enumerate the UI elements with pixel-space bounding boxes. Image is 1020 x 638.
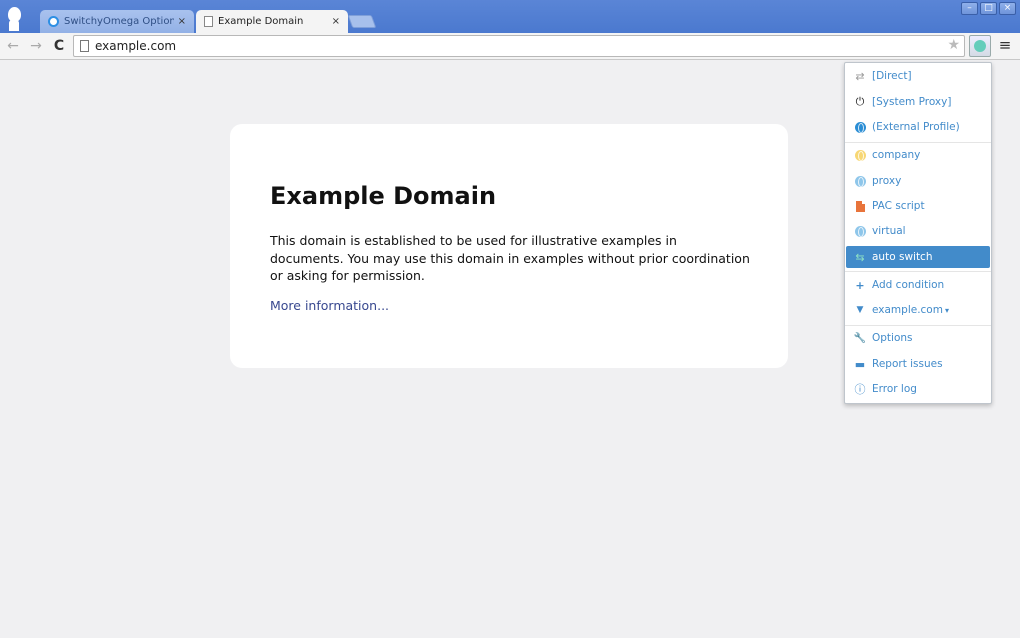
switchyomega-extension-button[interactable]: [969, 35, 991, 57]
menu-item-label: Report issues: [872, 358, 943, 370]
globe-icon: [853, 174, 867, 188]
extension-status-icon: [974, 40, 986, 52]
auto-switch-icon: ⇆: [855, 250, 865, 264]
menu-item-label: company: [872, 149, 921, 161]
globe-icon: [853, 120, 867, 134]
menu-item-label: Options: [872, 332, 913, 344]
menu-item-example-com[interactable]: ▼ example.com ▾: [846, 299, 990, 321]
menu-item-label: PAC script: [872, 200, 925, 212]
content-card: Example Domain This domain is establishe…: [230, 124, 788, 368]
menu-item-label: example.com: [872, 304, 943, 316]
menu-item-label: [System Proxy]: [872, 96, 952, 108]
menu-item-company[interactable]: company: [846, 144, 990, 166]
tab-close-icon[interactable]: ×: [332, 16, 340, 27]
title-bar: SwitchyOmega Options × Example Domain × …: [0, 0, 1020, 33]
info-icon: ⓘ: [854, 383, 866, 396]
menu-item-label: (External Profile): [872, 121, 960, 133]
power-icon: ⏻: [855, 95, 865, 108]
chevron-down-icon: ▾: [944, 305, 949, 315]
forward-arrow-icon[interactable]: →: [27, 36, 45, 56]
tab-switchyomega-options[interactable]: SwitchyOmega Options ×: [40, 10, 194, 33]
user-profile-icon[interactable]: [6, 7, 22, 31]
menu-item-label: Error log: [872, 383, 917, 395]
hamburger-menu-icon[interactable]: ≡: [997, 38, 1013, 54]
menu-item-options[interactable]: 🔧 Options: [846, 327, 990, 349]
menu-item-system-proxy[interactable]: ⏻ [System Proxy]: [846, 91, 990, 113]
switchyomega-favicon-icon: [48, 16, 59, 27]
menu-item-label: virtual: [872, 225, 906, 237]
menu-item-proxy[interactable]: proxy: [846, 170, 990, 192]
page-favicon-icon: [204, 16, 213, 27]
pac-file-icon: [853, 199, 867, 213]
tab-close-icon[interactable]: ×: [178, 16, 186, 27]
menu-item-external-profile[interactable]: (External Profile): [846, 116, 990, 138]
page-description: This domain is established to be used fo…: [270, 233, 750, 283]
menu-item-pac-script[interactable]: PAC script: [846, 195, 990, 217]
more-information-link[interactable]: More information...: [270, 298, 389, 313]
filter-icon: ▼: [856, 305, 864, 315]
switchyomega-popup-menu: ⇄ [Direct] ⏻ [System Proxy] (External Pr…: [844, 62, 992, 404]
menu-divider: [845, 325, 991, 326]
bookmark-star-icon[interactable]: ★: [947, 37, 960, 53]
menu-divider: [845, 271, 991, 272]
menu-item-error-log[interactable]: ⓘ Error log: [846, 378, 990, 400]
page-icon: [80, 40, 89, 52]
tab-example-domain[interactable]: Example Domain ×: [196, 10, 348, 33]
browser-toolbar: ← → C example.com ★ ≡: [0, 33, 1020, 60]
minimize-button[interactable]: –: [961, 2, 978, 15]
window-controls: – □ ×: [961, 2, 1016, 15]
globe-icon: [853, 148, 867, 162]
menu-item-label: [Direct]: [872, 70, 912, 82]
plus-icon: +: [855, 278, 865, 292]
menu-divider: [845, 142, 991, 143]
new-tab-button[interactable]: [347, 15, 377, 28]
maximize-button[interactable]: □: [980, 2, 997, 15]
reload-icon[interactable]: C: [50, 36, 68, 56]
menu-item-auto-switch[interactable]: ⇆ auto switch: [846, 246, 990, 268]
globe-icon: [853, 224, 867, 238]
back-arrow-icon[interactable]: ←: [4, 36, 22, 56]
wrench-icon: 🔧: [853, 332, 867, 344]
menu-item-direct[interactable]: ⇄ [Direct]: [846, 65, 990, 87]
menu-item-label: Add condition: [872, 279, 945, 291]
address-url[interactable]: example.com: [95, 39, 176, 53]
menu-item-add-condition[interactable]: + Add condition: [846, 274, 990, 296]
page-title: Example Domain: [270, 182, 497, 210]
address-bar[interactable]: example.com ★: [73, 35, 965, 57]
menu-item-label: proxy: [872, 175, 902, 187]
tab-label: Example Domain: [218, 16, 304, 27]
tab-label: SwitchyOmega Options: [64, 16, 174, 27]
menu-item-report-issues[interactable]: ▬ Report issues: [846, 353, 990, 375]
close-window-button[interactable]: ×: [999, 2, 1016, 15]
swap-icon: ⇄: [855, 69, 865, 83]
menu-item-label: auto switch: [872, 251, 933, 263]
comment-icon: ▬: [854, 357, 866, 371]
menu-item-virtual[interactable]: virtual: [846, 220, 990, 242]
